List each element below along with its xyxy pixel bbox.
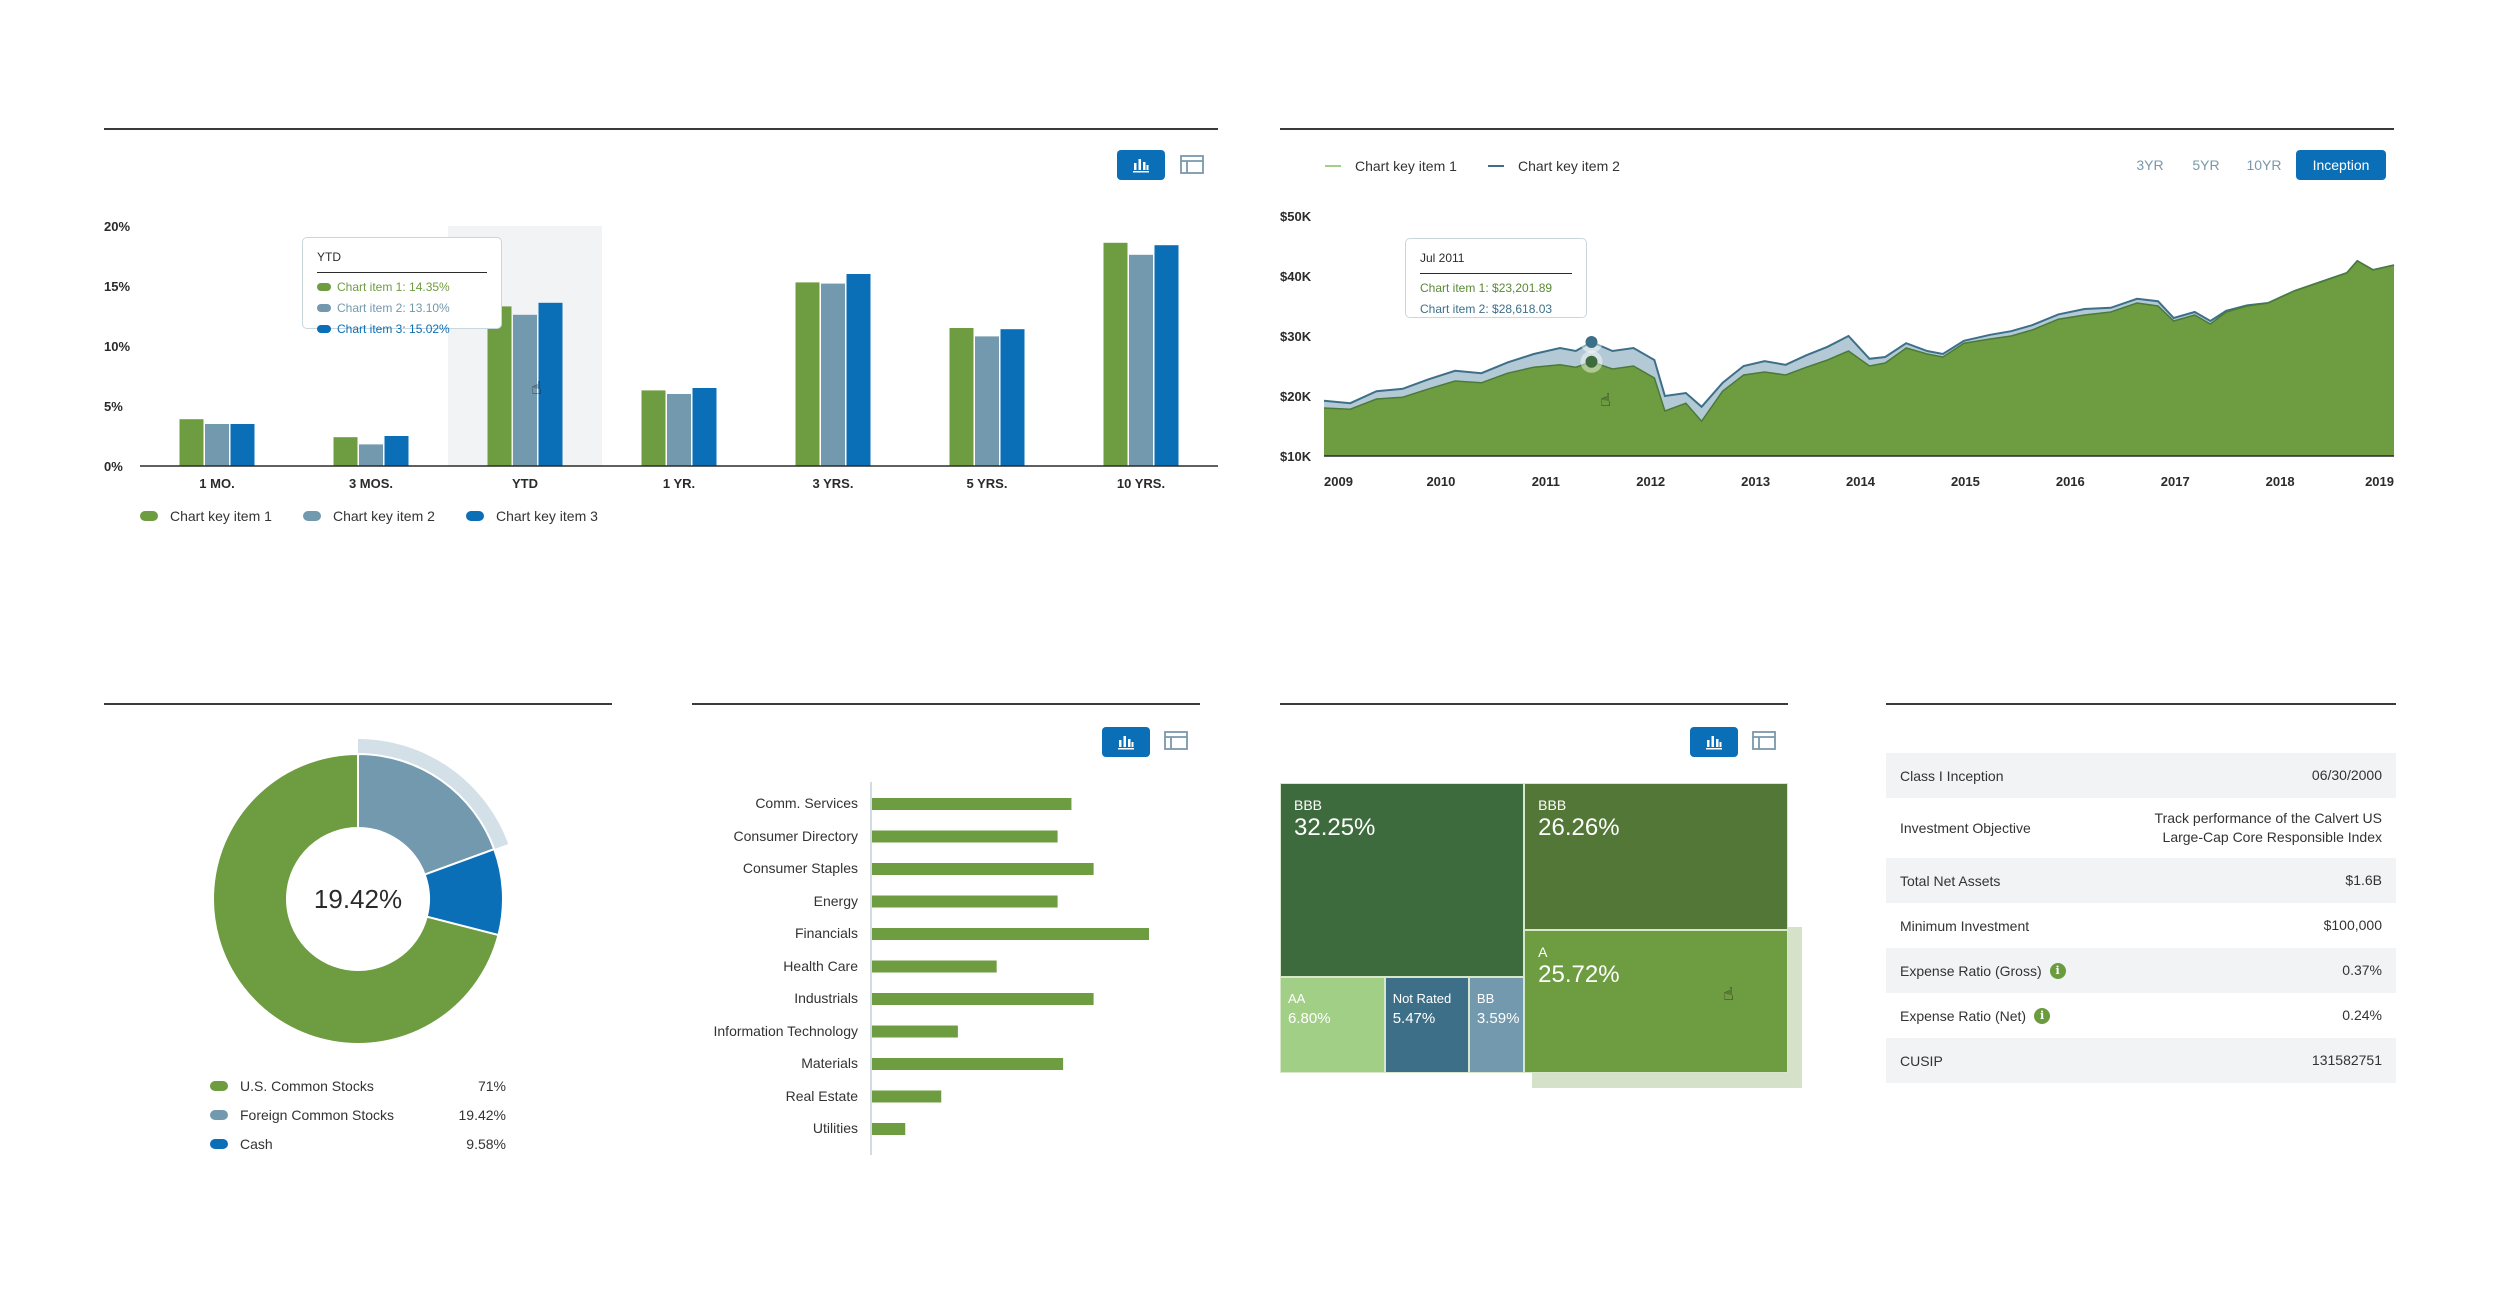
treemap-cell[interactable]: AA 6.80%	[1280, 977, 1385, 1073]
fact-label-text: Expense Ratio (Net)	[1900, 1007, 2027, 1024]
sector-bar[interactable]	[872, 928, 1149, 940]
fact-value: $100,000	[2323, 917, 2382, 933]
panel-divider	[1886, 703, 2396, 705]
fact-value-line: Large-Cap Core Responsible Index	[2162, 829, 2382, 845]
fact-label-text: Class I Inception	[1900, 767, 2004, 784]
sector-bar[interactable]	[872, 798, 1072, 810]
treemap-cell-label: BB	[1476, 991, 1495, 1007]
fact-label: Investment Objective	[1900, 820, 2031, 836]
treemap-cell-label: AA	[1288, 991, 1306, 1007]
treemap-cell-value: 25.72%	[1538, 960, 1620, 988]
fact-row: Investment Objective Track performance of…	[1886, 798, 2396, 858]
fact-row: CUSIP 131582751	[1886, 1038, 2396, 1083]
sector-bar[interactable]	[872, 895, 1058, 908]
fact-label: Expense Ratio (Gross) i	[1900, 962, 2066, 979]
fact-value: 06/30/2000	[2311, 767, 2382, 783]
treemap-cell-value: 3.59%	[1476, 1010, 1520, 1028]
sector-bar[interactable]	[872, 830, 1058, 843]
fact-label: Class I Inception	[1900, 768, 2004, 784]
fact-value: Track performance of the Calvert US Large…	[2155, 809, 2382, 847]
sector-bar[interactable]	[872, 1025, 958, 1038]
fact-row: Total Net Assets $1.6B	[1886, 858, 2396, 903]
sector-label: Consumer Staples	[742, 860, 858, 876]
sector-bar[interactable]	[872, 993, 1094, 1005]
treemap-cell-label: Not Rated	[1392, 991, 1452, 1007]
treemap-cell-label: BBB	[1538, 797, 1567, 813]
sector-bar[interactable]	[872, 1090, 942, 1103]
treemap-cell-label: BBB	[1294, 797, 1323, 813]
sector-label: Financials	[794, 925, 858, 941]
sector-label: Industrials	[794, 990, 858, 1006]
fact-label-text: Investment Objective	[1900, 820, 2031, 836]
chart-view-button[interactable]	[1690, 727, 1738, 757]
sector-label: Energy	[813, 892, 858, 909]
sector-label: Materials	[801, 1055, 858, 1071]
sector-bar[interactable]	[872, 1058, 1064, 1070]
treemap-cell[interactable]: BBB 32.25%	[1280, 783, 1525, 978]
panel-divider	[1280, 703, 1788, 705]
treemap-cell-label: A	[1538, 943, 1548, 960]
fund-facts-table: Class I Inception 06/30/2000 Investment Ob…	[1886, 753, 2396, 1083]
fact-label-text: CUSIP	[1900, 1052, 1943, 1069]
info-icon[interactable]: i	[2049, 962, 2066, 979]
sector-bar-chart	[870, 782, 1149, 1155]
fact-value: 0.37%	[2342, 962, 2382, 978]
treemap-cell-value: 26.26%	[1538, 814, 1620, 841]
fact-label-text: Expense Ratio (Gross)	[1900, 962, 2042, 979]
bar-chart-icon	[1706, 736, 1722, 750]
sector-label: Comm. Services	[755, 795, 858, 811]
sector-bar[interactable]	[872, 1123, 906, 1135]
fact-value: $1.6B	[2345, 872, 2382, 888]
fact-row: Expense Ratio (Gross) i 0.37%	[1886, 948, 2396, 993]
fact-label: Minimum Investment	[1900, 918, 2029, 934]
treemap-cell-value: 5.47%	[1392, 1010, 1436, 1028]
treemap-cell[interactable]: Not Rated 5.47%	[1384, 977, 1469, 1073]
fact-label: Total Net Assets	[1900, 873, 2000, 889]
sector-label: Health Care	[783, 957, 858, 974]
treemap-cell[interactable]: BB 3.59%	[1468, 977, 1525, 1073]
fact-label-text: Minimum Investment	[1900, 917, 2030, 934]
sector-label: Information Technology	[713, 1022, 859, 1039]
fact-value: 0.24%	[2342, 1007, 2382, 1023]
treemap-cell-value: 6.80%	[1288, 1010, 1331, 1028]
sector-label: Real Estate	[785, 1087, 858, 1104]
treemap-cell[interactable]: A 25.72%	[1524, 929, 1788, 1073]
sector-bar[interactable]	[872, 960, 997, 973]
table-icon	[1752, 731, 1776, 750]
fact-row: Minimum Investment $100,000	[1886, 903, 2396, 948]
fact-label-text: Total Net Assets	[1900, 872, 2001, 889]
fact-value: 131582751	[2311, 1052, 2382, 1068]
fact-row: Expense Ratio (Net) i 0.24%	[1886, 993, 2396, 1038]
fact-label: Expense Ratio (Net) i	[1900, 1007, 2051, 1024]
sector-bar[interactable]	[872, 863, 1094, 875]
sector-label: Utilities	[812, 1120, 858, 1136]
info-icon[interactable]: i	[2034, 1007, 2051, 1024]
sector-label: Consumer Directory	[733, 827, 858, 844]
fact-row: Class I Inception 06/30/2000	[1886, 753, 2396, 798]
treemap-cell[interactable]: BBB 26.26%	[1524, 783, 1788, 930]
fact-label: CUSIP	[1900, 1053, 1943, 1069]
treemap-cell-value: 32.25%	[1294, 814, 1376, 841]
fact-value-line: Track performance of the Calvert US	[2154, 810, 2382, 826]
table-view-button[interactable]	[1752, 731, 1776, 753]
